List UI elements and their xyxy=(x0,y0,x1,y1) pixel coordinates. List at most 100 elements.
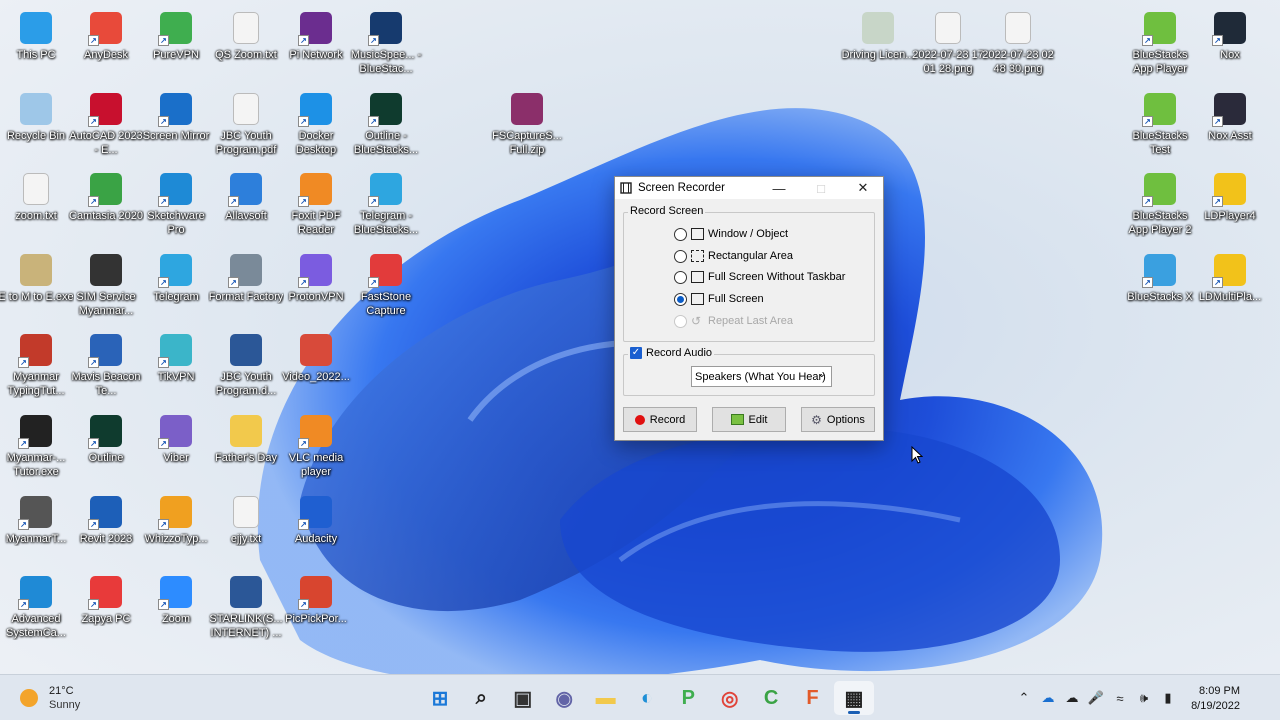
microphone-icon[interactable]: 🎤 xyxy=(1084,687,1108,709)
desktop-icon[interactable]: ↗ PicPickPor... xyxy=(280,570,352,648)
desktop-icon[interactable]: ↗ Sketchware Pro xyxy=(140,167,212,245)
taskbar-app-button[interactable]: P xyxy=(668,681,708,715)
desktop-icon[interactable]: ↗ Zapya PC xyxy=(70,570,142,648)
dialog-titlebar[interactable]: Screen Recorder — □ ✕ xyxy=(615,177,883,199)
desktop-icon[interactable]: ejjy.txt xyxy=(210,490,282,568)
weather-widget[interactable]: 21°C Sunny xyxy=(20,684,80,712)
desktop-icon[interactable]: ↗ MyanmarT... xyxy=(0,490,72,568)
desktop-icon[interactable]: ↗ Format Factory xyxy=(209,248,283,326)
desktop-icon[interactable]: ↗ BlueStacks Test xyxy=(1124,87,1196,165)
desktop-icon[interactable]: ↗ Mavis Beacon Te... xyxy=(70,328,142,406)
desktop-icon[interactable]: ↗ Outline - BlueStacks... xyxy=(350,87,422,165)
audio-source-select[interactable]: Speakers (What You Hear) ⌄ xyxy=(691,366,832,387)
volume-icon[interactable]: 🕪 xyxy=(1132,687,1156,709)
desktop-icon[interactable]: ↗ Pi Network xyxy=(280,6,352,84)
desktop-icon[interactable]: ↗ Viber xyxy=(140,409,212,487)
taskbar-app-button[interactable]: ⊞ xyxy=(420,681,460,715)
desktop-icon[interactable]: 2022-07-23 17 01 28.png xyxy=(912,6,984,84)
shortcut-arrow-icon: ↗ xyxy=(298,599,309,610)
taskbar-app-button[interactable]: ▦ xyxy=(833,681,874,715)
shortcut-arrow-icon: ↗ xyxy=(88,35,99,46)
wifi-icon[interactable]: ≈ xyxy=(1108,687,1132,709)
desktop-icon[interactable]: ↗ Allavsoft xyxy=(210,167,282,245)
record-mode-option[interactable]: Rectangular Area xyxy=(674,248,793,264)
taskbar-clock[interactable]: 8:09 PM 8/19/2022 xyxy=(1186,684,1240,714)
battery-icon[interactable]: ▮ xyxy=(1156,687,1180,709)
desktop-icon[interactable]: JBC Youth Program.pdf xyxy=(210,87,282,165)
desktop-icon[interactable]: ↗ MusicSpee... - BlueStac... xyxy=(350,6,422,84)
record-audio-checkbox[interactable]: ✓ Record Audio xyxy=(628,347,715,359)
desktop-icon[interactable]: ↗ Zoom xyxy=(140,570,212,648)
desktop-icon[interactable]: 2022-07-23 02 48 30.png xyxy=(982,6,1054,84)
desktop-icon[interactable]: FSCaptureS... Full.zip xyxy=(491,87,563,165)
search-icon: ⌕ xyxy=(475,686,487,709)
desktop-icon[interactable]: ↗ Outline xyxy=(70,409,142,487)
onedrive-icon[interactable]: ☁ xyxy=(1060,687,1084,709)
desktop-icon[interactable]: ↗ BlueStacks X xyxy=(1124,248,1196,326)
desktop-icon[interactable]: ↗ LDPlayer4 xyxy=(1194,167,1266,245)
viber-icon: ↗ xyxy=(158,415,192,449)
desktop-icon[interactable]: ↗ Myanmar TypingTut... xyxy=(0,328,72,406)
chevron-up-icon[interactable]: ⌃ xyxy=(1012,687,1036,709)
shortcut-arrow-icon: ↗ xyxy=(18,357,29,368)
screen-recorder-icon: ▦ xyxy=(844,687,864,710)
close-button[interactable]: ✕ xyxy=(845,177,881,199)
desktop-icon[interactable]: ↗ Revit 2023 xyxy=(70,490,142,568)
desktop-icon[interactable]: ↗ AutoCAD 2023 - E... xyxy=(69,87,143,165)
desktop-icon[interactable]: ↗ PureVPN xyxy=(140,6,212,84)
desktop-icon[interactable]: ↗ Camtasia 2020 xyxy=(69,167,143,245)
desktop-icon[interactable]: ↗ BlueStacks App Player xyxy=(1124,6,1196,84)
desktop-icon[interactable]: ↗ LDMultiPla... xyxy=(1194,248,1266,326)
desktop-icon[interactable]: ↗ Screen Mirror xyxy=(140,87,212,165)
shortcut-arrow-icon: ↗ xyxy=(298,277,309,288)
desktop-icon[interactable]: ↗ WhizzoTyp... xyxy=(140,490,212,568)
taskbar-app-button[interactable]: ◎ xyxy=(710,681,750,715)
record-button[interactable]: Record xyxy=(623,407,697,432)
desktop-icon[interactable]: QS Zoom.txt xyxy=(210,6,282,84)
record-mode-option[interactable]: Window / Object xyxy=(674,226,788,242)
desktop-icon[interactable]: ↗ Nox xyxy=(1194,6,1266,84)
desktop-icon[interactable]: ↗ Nox Asst xyxy=(1194,87,1266,165)
desktop-icon[interactable]: ↗ Telegram - BlueStacks... xyxy=(350,167,422,245)
desktop-icon[interactable]: STARLINK(S... INTERNET) ... xyxy=(209,570,283,648)
desktop-icon[interactable]: ↗ AnyDesk xyxy=(70,6,142,84)
desktop-icon[interactable]: ↗ Foxit PDF Reader xyxy=(280,167,352,245)
desktop-icon[interactable]: ↗ Audacity xyxy=(280,490,352,568)
taskbar-app-button[interactable]: ⌕ xyxy=(461,681,501,715)
desktop-icon[interactable]: JBC Youth Program.d... xyxy=(210,328,282,406)
desktop-icon[interactable]: ↗ ProtonVPN xyxy=(280,248,352,326)
taskbar-app-button[interactable]: ◐ xyxy=(627,681,667,715)
taskbar-app-button[interactable]: ▬ xyxy=(586,681,626,715)
taskbar-app-button[interactable]: F xyxy=(793,681,833,715)
desktop-icon[interactable]: E to M to E.exe xyxy=(0,248,74,326)
desktop-icon[interactable]: ↗ BlueStacks App Player 2 xyxy=(1124,167,1196,245)
gear-icon: ⚙ xyxy=(811,412,822,427)
desktop-icon[interactable]: SIM Service Myanmar... xyxy=(70,248,142,326)
minimize-button[interactable]: — xyxy=(761,177,797,199)
edit-button[interactable]: Edit xyxy=(712,407,786,432)
desktop-icon[interactable]: This PC xyxy=(0,6,72,84)
options-button[interactable]: ⚙ Options xyxy=(801,407,875,432)
record-mode-option[interactable]: Full Screen xyxy=(674,291,764,307)
desktop-icon[interactable]: zoom.txt xyxy=(0,167,72,245)
maximize-button[interactable]: □ xyxy=(803,177,839,199)
onedrive-error-icon[interactable]: ☁ xyxy=(1036,687,1060,709)
desktop-icon[interactable]: ↗ Docker Desktop xyxy=(280,87,352,165)
desktop-icon-label: Pi Network xyxy=(289,49,343,61)
record-mode-option[interactable]: Full Screen Without Taskbar xyxy=(674,269,845,285)
taskbar-app-button[interactable]: ▣ xyxy=(503,681,543,715)
desktop-icon[interactable]: ↗ TikVPN xyxy=(140,328,212,406)
desktop-icon[interactable]: ↗ Advanced SystemCa... xyxy=(0,570,72,648)
desktop-icon[interactable]: Driving Licen... xyxy=(842,6,914,84)
desktop-icon[interactable]: ↗ FastStone Capture xyxy=(350,248,422,326)
film-icon xyxy=(90,254,122,286)
desktop-icon[interactable]: Father's Day xyxy=(210,409,282,487)
shortcut-arrow-icon: ↗ xyxy=(1212,277,1223,288)
desktop-icon[interactable]: ↗ VLC media player xyxy=(280,409,352,487)
desktop-icon[interactable]: ↗ Telegram xyxy=(140,248,212,326)
desktop-icon[interactable]: Recycle Bin xyxy=(0,87,72,165)
taskbar-app-button[interactable]: ◉ xyxy=(544,681,584,715)
desktop-icon[interactable]: ↗ Myanmar-... Tutor.exe xyxy=(0,409,72,487)
taskbar-app-button[interactable]: C xyxy=(751,681,791,715)
desktop-icon[interactable]: Video_2022... xyxy=(280,328,352,406)
